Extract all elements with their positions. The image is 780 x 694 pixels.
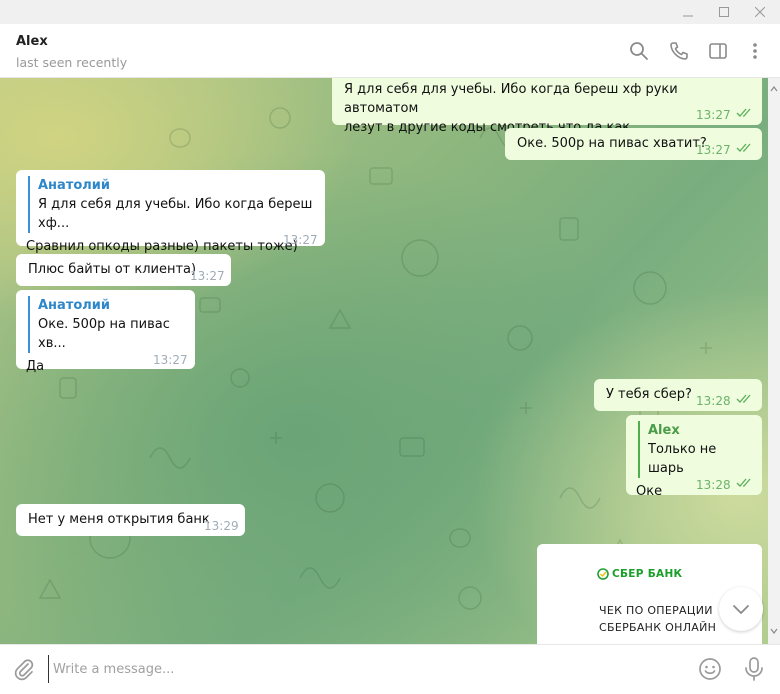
reply-quote[interactable]: Анатолий Я для себя для учебы. Ибо когда… [28,176,313,233]
emoji-icon[interactable] [698,657,722,681]
sberbank-logo-icon [597,568,609,580]
double-check-icon [736,394,751,403]
title-bar [0,0,780,24]
scroll-down-arrow-icon[interactable] [768,626,780,636]
message-time: 13:27 [190,269,225,283]
reply-quote[interactable]: Анатолий Оке. 500р на пивас хв... [28,296,183,353]
message-time: 13:28 [696,478,731,492]
chat-area[interactable]: Я для себя для учебы. Ибо когда береш хф… [0,78,780,644]
phone-icon [670,42,688,60]
message-composer [0,644,780,694]
receipt-title-line1: ЧЕК ПО ОПЕРАЦИИ [599,604,713,617]
message-time: 13:27 [153,353,188,367]
sidebar-icon [709,43,727,59]
reply-text: Оке. 500р на пивас хв... [38,317,170,351]
receipt-title-line2: СБЕРБАНК ОНЛАЙН [599,621,717,634]
scroll-to-bottom-button[interactable] [719,587,763,631]
outgoing-message[interactable]: Alex Только не шарь Оке 13:28 [626,415,762,499]
reply-text: Я для себя для учебы. Ибо когда береш хф… [38,197,313,231]
incoming-message[interactable]: Анатолий Я для себя для учебы. Ибо когда… [16,170,325,254]
chat-header: Alex last seen recently [0,24,780,78]
microphone-icon[interactable] [742,656,766,682]
incoming-message[interactable]: Плюс байты от клиента) 13:27 [16,254,231,286]
reply-author: Анатолий [38,298,111,313]
minimize-button[interactable] [670,0,706,24]
search-button[interactable] [628,40,650,62]
more-button[interactable] [744,40,766,62]
message-text: Нет у меня открытия банк [28,512,210,527]
maximize-icon [719,7,729,17]
minimize-icon [683,15,693,17]
search-icon [630,42,648,60]
message-time: 13:27 [283,233,318,247]
message-text: Оке [636,484,663,499]
maximize-button[interactable] [706,0,742,24]
reply-author: Alex [648,423,680,438]
double-check-icon [736,478,751,487]
reply-text: Только не шарь [648,442,717,476]
contact-name[interactable]: Alex [16,34,48,49]
incoming-message[interactable]: Нет у меня открытия банк 13:29 [16,504,245,536]
message-time: 13:27 [696,143,731,157]
close-icon [755,7,765,17]
chat-scrollbar[interactable] [768,78,780,644]
chevron-down-icon [733,605,749,614]
double-check-icon [736,143,751,152]
more-icon [753,43,757,59]
outgoing-message[interactable]: Оке. 500р на пивас хватит? 13:27 [505,128,762,160]
reply-quote[interactable]: Alex Только не шарь [638,421,750,478]
sidebar-toggle-button[interactable] [707,40,729,62]
incoming-message[interactable]: Анатолий Оке. 500р на пивас хв... Да 13:… [16,290,195,374]
message-time: 13:27 [696,108,731,122]
call-button[interactable] [668,40,690,62]
close-window-button[interactable] [742,0,778,24]
outgoing-message[interactable]: Я для себя для учебы. Ибо когда береш хф… [332,78,762,135]
attach-icon[interactable] [12,657,36,681]
sberbank-logo-text: СБЕР БАНК [612,568,683,580]
scroll-up-arrow-icon[interactable] [768,84,780,94]
message-time: 13:28 [696,394,731,408]
double-check-icon [736,108,751,117]
sberbank-logo: СБЕР БАНК [597,568,682,580]
contact-status: last seen recently [16,55,128,70]
reply-author: Анатолий [38,178,111,193]
outgoing-message[interactable]: У тебя сбер? 13:28 [594,379,762,411]
message-time: 13:29 [204,519,239,533]
message-input[interactable] [48,655,678,683]
